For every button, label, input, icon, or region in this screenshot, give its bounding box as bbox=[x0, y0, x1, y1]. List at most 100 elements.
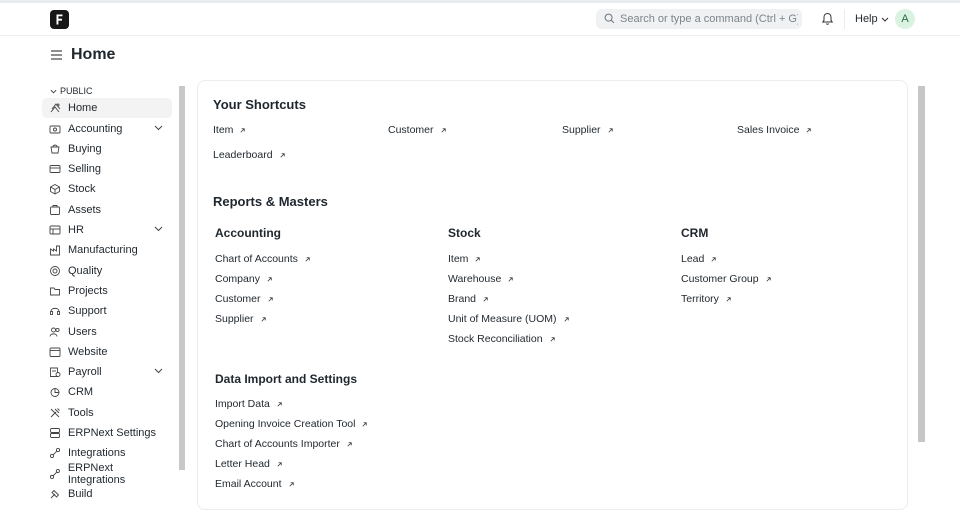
report-link-item[interactable]: Item bbox=[448, 253, 481, 265]
arrow-up-right-icon bbox=[267, 296, 273, 302]
shortcut-label: Leaderboard bbox=[213, 149, 273, 161]
shortcut-label: Customer bbox=[388, 124, 434, 136]
sidebar-item-projects[interactable]: Projects bbox=[42, 281, 172, 301]
data-import-link-import-data[interactable]: Import Data bbox=[215, 398, 283, 410]
sidebar-item-label: Tools bbox=[68, 406, 94, 419]
page-scrollbar[interactable] bbox=[918, 86, 925, 442]
stock-icon bbox=[50, 184, 60, 195]
sidebar-item-label: Payroll bbox=[68, 366, 102, 379]
chevron-down-icon bbox=[50, 89, 57, 93]
report-link-customer[interactable]: Customer bbox=[215, 293, 274, 305]
sidebar-item-crm[interactable]: CRM bbox=[42, 382, 172, 402]
arrow-up-right-icon bbox=[766, 276, 771, 282]
sidebar-item-assets[interactable]: Assets bbox=[42, 200, 172, 220]
shortcut-sales-invoice[interactable]: Sales Invoice bbox=[737, 124, 812, 136]
hamburger-menu-icon[interactable] bbox=[50, 49, 63, 61]
report-link-unit-of-measure-uom[interactable]: Unit of Measure (UOM) bbox=[448, 313, 570, 325]
app-logo[interactable] bbox=[50, 10, 69, 29]
arrow-up-right-icon bbox=[608, 127, 613, 133]
frappe-logo-icon bbox=[56, 14, 63, 25]
notification-bell-icon[interactable] bbox=[821, 12, 834, 26]
crm-icon bbox=[50, 388, 60, 398]
sidebar-scrollbar[interactable] bbox=[179, 86, 185, 470]
report-link-customer-group[interactable]: Customer Group bbox=[681, 273, 772, 285]
chevron-down-icon[interactable] bbox=[154, 226, 163, 232]
sidebar-item-website[interactable]: Website bbox=[42, 342, 172, 362]
sidebar-item-label: Build bbox=[68, 487, 93, 500]
shortcut-label: Item bbox=[213, 124, 234, 136]
sidebar-item-label: Projects bbox=[68, 284, 108, 297]
shortcut-customer[interactable]: Customer bbox=[388, 124, 447, 136]
report-link-label: Item bbox=[448, 253, 469, 265]
sidebar-item-build[interactable]: Build bbox=[42, 484, 172, 504]
buying-icon bbox=[50, 144, 60, 154]
sidebar-item-manufacturing[interactable]: Manufacturing bbox=[42, 240, 172, 260]
sidebar-item-payroll[interactable]: Payroll bbox=[42, 362, 172, 382]
report-link-stock-reconciliation[interactable]: Stock Reconciliation bbox=[448, 333, 556, 345]
chevron-down-icon bbox=[881, 17, 888, 22]
report-link-label: Territory bbox=[681, 293, 719, 305]
report-link-label: Customer Group bbox=[681, 273, 759, 285]
integrations-icon bbox=[49, 448, 61, 459]
report-column-title: Accounting bbox=[215, 226, 281, 240]
data-import-link-email-account[interactable]: Email Account bbox=[215, 478, 295, 490]
chevron-down-icon[interactable] bbox=[154, 368, 163, 374]
report-link-label: Supplier bbox=[215, 313, 254, 325]
data-import-link-opening-invoice-creation-tool[interactable]: Opening Invoice Creation Tool bbox=[215, 418, 368, 430]
sidebar-item-erpnext-integrations[interactable]: ERPNext Integrations bbox=[42, 462, 172, 486]
sidebar-item-label: Accounting bbox=[68, 122, 123, 135]
report-column-title: CRM bbox=[681, 226, 709, 240]
user-avatar[interactable]: A bbox=[895, 9, 915, 29]
sidebar-item-selling[interactable]: Selling bbox=[42, 159, 172, 179]
shortcut-leaderboard[interactable]: Leaderboard bbox=[213, 149, 286, 161]
tools-icon bbox=[50, 407, 60, 418]
shortcut-item[interactable]: Item bbox=[213, 124, 246, 136]
sidebar-item-users[interactable]: Users bbox=[42, 322, 172, 342]
report-link-warehouse[interactable]: Warehouse bbox=[448, 273, 514, 285]
arrow-up-right-icon bbox=[347, 441, 352, 447]
search-icon bbox=[604, 13, 615, 24]
search-input[interactable] bbox=[620, 9, 798, 29]
search-bar[interactable] bbox=[596, 9, 802, 29]
report-link-chart-of-accounts[interactable]: Chart of Accounts bbox=[215, 253, 311, 265]
report-link-brand[interactable]: Brand bbox=[448, 293, 489, 305]
sidebar-items: Home Accounting Buying Selling Stock Assets HR… bbox=[42, 98, 172, 504]
report-link-lead[interactable]: Lead bbox=[681, 253, 717, 265]
sidebar-item-label: Support bbox=[68, 305, 107, 318]
settings-icon bbox=[50, 428, 60, 438]
arrow-up-right-icon bbox=[289, 481, 294, 487]
data-import-link-label: Import Data bbox=[215, 398, 270, 410]
arrow-up-right-icon bbox=[267, 276, 272, 282]
page-title: Home bbox=[71, 46, 116, 63]
sidebar-group-public[interactable]: PUBLIC bbox=[50, 84, 172, 98]
report-link-company[interactable]: Company bbox=[215, 273, 273, 285]
sidebar-item-quality[interactable]: Quality bbox=[42, 261, 172, 281]
sidebar-item-integrations[interactable]: Integrations bbox=[42, 443, 172, 463]
sidebar-item-home[interactable]: Home bbox=[42, 98, 172, 119]
chevron-down-icon[interactable] bbox=[154, 125, 163, 131]
sidebar-item-tools[interactable]: Tools bbox=[42, 403, 172, 423]
sidebar-item-stock[interactable]: Stock bbox=[42, 179, 172, 199]
accounting-icon bbox=[49, 125, 61, 134]
sidebar-item-support[interactable]: Support bbox=[42, 301, 172, 321]
sidebar-item-accounting[interactable]: Accounting bbox=[42, 119, 172, 139]
sidebar-item-label: Users bbox=[68, 325, 97, 338]
data-import-link-chart-of-accounts-importer[interactable]: Chart of Accounts Importer bbox=[215, 438, 353, 450]
projects-icon bbox=[50, 287, 60, 296]
arrow-up-right-icon bbox=[475, 256, 481, 262]
arrow-up-right-icon bbox=[564, 316, 569, 322]
arrow-up-right-icon bbox=[362, 421, 368, 427]
shortcut-supplier[interactable]: Supplier bbox=[562, 124, 614, 136]
report-link-label: Customer bbox=[215, 293, 261, 305]
sidebar-item-buying[interactable]: Buying bbox=[42, 139, 172, 159]
help-dropdown[interactable]: Help bbox=[855, 13, 889, 25]
selling-icon bbox=[49, 165, 61, 174]
sidebar-item-erpnext-settings[interactable]: ERPNext Settings bbox=[42, 423, 172, 443]
data-import-link-letter-head[interactable]: Letter Head bbox=[215, 458, 283, 470]
shortcuts-title: Your Shortcuts bbox=[213, 97, 306, 112]
arrow-up-right-icon bbox=[280, 152, 285, 158]
report-link-supplier[interactable]: Supplier bbox=[215, 313, 267, 325]
report-link-territory[interactable]: Territory bbox=[681, 293, 732, 305]
build-icon bbox=[50, 489, 60, 499]
sidebar-item-hr[interactable]: HR bbox=[42, 220, 172, 240]
